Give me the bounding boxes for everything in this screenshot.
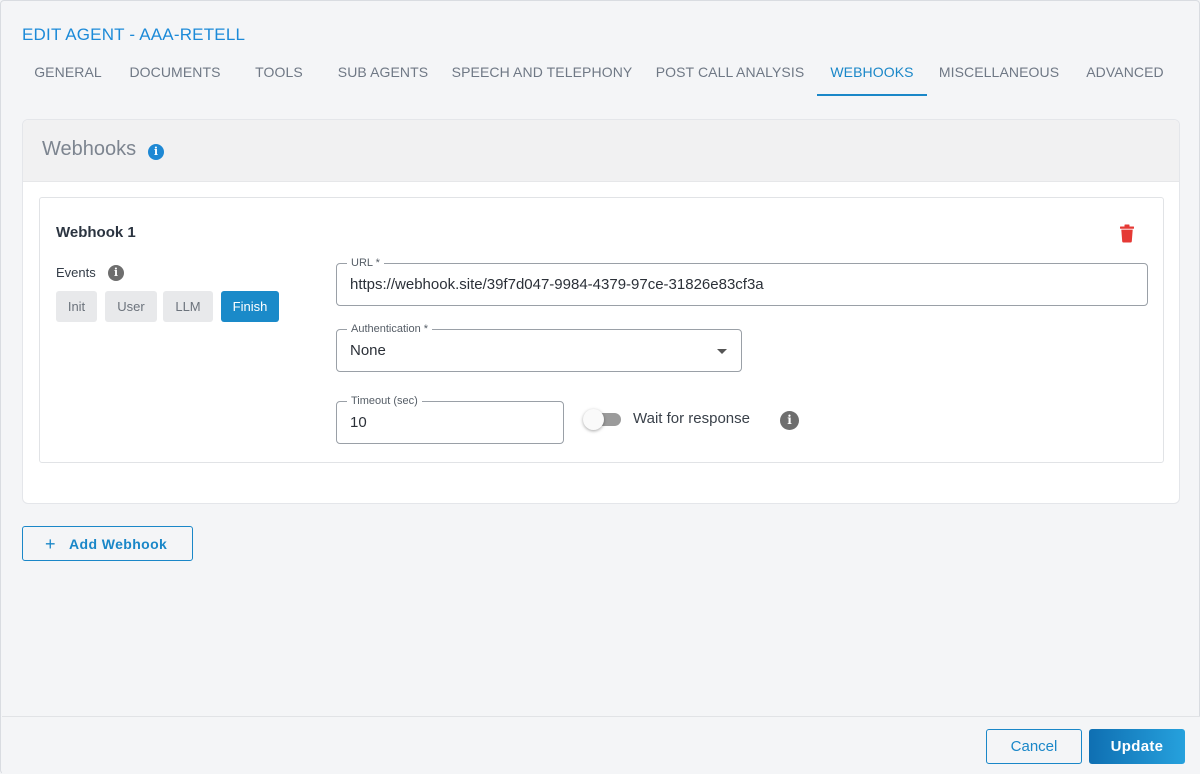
tab-webhooks[interactable]: WEBHOOKS: [817, 57, 927, 96]
events-label: Events: [56, 265, 96, 280]
webhooks-card: Webhooks i Webhook 1 Events i Init User …: [22, 119, 1180, 504]
add-webhook-label: Add Webhook: [69, 536, 168, 552]
plus-icon: +: [45, 534, 56, 554]
add-webhook-button[interactable]: + Add Webhook: [22, 526, 193, 561]
tab-advanced[interactable]: ADVANCED: [1070, 57, 1180, 96]
tab-tools[interactable]: TOOLS: [236, 57, 322, 96]
authentication-value: None: [350, 342, 386, 359]
timeout-input[interactable]: 10: [350, 414, 367, 431]
page-title: EDIT AGENT - AAA-RETELL: [22, 25, 246, 44]
url-input[interactable]: https://webhook.site/39f7d047-9984-4379-…: [350, 276, 764, 293]
tab-documents[interactable]: DOCUMENTS: [115, 57, 235, 96]
webhooks-card-header: Webhooks i: [23, 120, 1179, 182]
webhook-title: Webhook 1: [56, 224, 136, 241]
events-info-icon[interactable]: i: [108, 265, 124, 281]
tab-speech-and-telephony[interactable]: SPEECH AND TELEPHONY: [444, 57, 640, 96]
authentication-label: Authentication *: [347, 322, 433, 336]
timeout-field[interactable]: Timeout (sec) 10: [336, 394, 564, 444]
authentication-select[interactable]: Authentication * None: [336, 322, 742, 372]
timeout-label: Timeout (sec): [347, 394, 422, 408]
event-init-chip[interactable]: Init: [56, 291, 97, 322]
wait-info-icon[interactable]: i: [780, 411, 799, 430]
chevron-down-icon: [717, 349, 727, 354]
tab-post-call-analysis[interactable]: POST CALL ANALYSIS: [641, 57, 819, 96]
url-field-label: URL *: [347, 256, 384, 270]
event-finish-chip[interactable]: Finish: [221, 291, 279, 322]
info-icon[interactable]: i: [148, 144, 164, 160]
wait-for-response-toggle[interactable]: [583, 409, 621, 430]
tab-miscellaneous[interactable]: MISCELLANEOUS: [928, 57, 1070, 96]
wait-for-response-label: Wait for response: [633, 410, 750, 427]
tab-sub-agents[interactable]: SUB AGENTS: [322, 57, 444, 96]
edit-agent-dialog: EDIT AGENT - AAA-RETELL GENERAL DOCUMENT…: [0, 0, 1200, 774]
dialog-footer: Cancel Update: [2, 716, 1200, 774]
section-title: Webhooks: [42, 138, 137, 160]
toggle-thumb: [583, 409, 604, 430]
tab-bar: GENERAL DOCUMENTS TOOLS SUB AGENTS SPEEC…: [22, 57, 1182, 97]
update-button[interactable]: Update: [1089, 729, 1185, 764]
event-llm-chip[interactable]: LLM: [163, 291, 213, 322]
webhook-item: Webhook 1 Events i Init User LLM Finish …: [39, 197, 1164, 463]
cancel-button[interactable]: Cancel: [986, 729, 1082, 764]
url-field[interactable]: URL * https://webhook.site/39f7d047-9984…: [336, 256, 1148, 306]
delete-trash-icon[interactable]: [1119, 224, 1135, 243]
tab-general[interactable]: GENERAL: [22, 57, 114, 96]
event-user-chip[interactable]: User: [105, 291, 157, 322]
